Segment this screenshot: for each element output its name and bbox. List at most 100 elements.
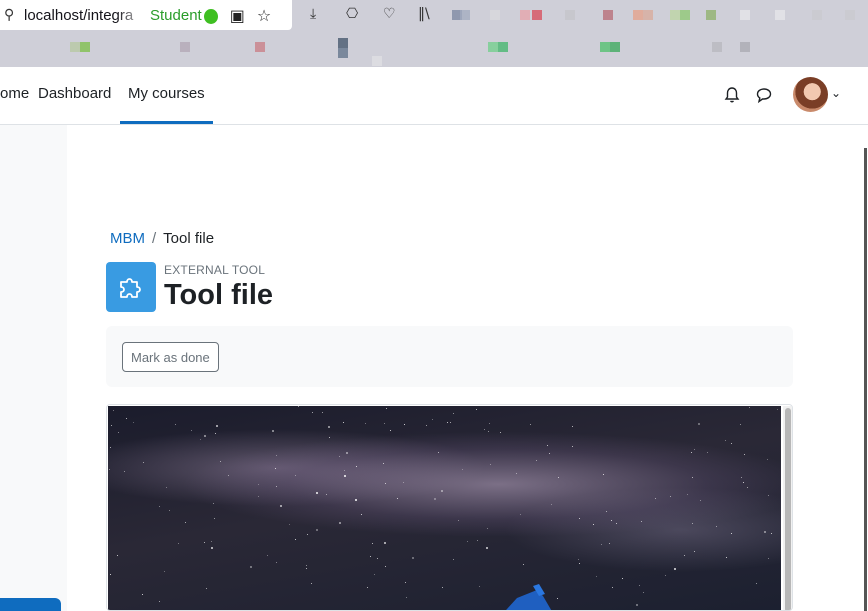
page-scrollbar[interactable] <box>864 148 867 611</box>
activity-icon <box>106 262 156 312</box>
download-icon[interactable]: ⤓ <box>310 6 316 22</box>
profile-tag: Student <box>150 6 202 24</box>
star <box>280 505 283 508</box>
star <box>383 462 385 464</box>
star <box>405 597 407 599</box>
star <box>311 411 313 413</box>
star <box>692 523 694 525</box>
star <box>113 409 115 411</box>
star <box>385 482 387 484</box>
star <box>483 429 485 431</box>
star <box>275 468 277 470</box>
star <box>356 465 358 467</box>
star <box>385 566 387 568</box>
iframe-scroll-thumb[interactable] <box>785 408 791 610</box>
star <box>643 592 645 594</box>
breadcrumb: MBM / Tool file <box>110 230 214 247</box>
nav-my-courses[interactable]: My courses <box>120 67 213 124</box>
star <box>373 574 375 576</box>
course-index-drawer <box>0 125 67 611</box>
star <box>548 452 550 454</box>
star <box>126 418 128 420</box>
breadcrumb-course-link[interactable]: MBM <box>110 230 145 247</box>
star <box>550 504 552 506</box>
star <box>748 407 750 409</box>
star <box>220 461 222 463</box>
pocket-icon[interactable]: ♡ <box>383 6 396 22</box>
star <box>206 587 208 589</box>
star <box>519 514 521 516</box>
star <box>199 438 201 440</box>
star <box>440 489 443 492</box>
extensions-icon[interactable]: ⎔ <box>346 6 358 22</box>
page-title: Tool file <box>164 279 274 311</box>
avatar[interactable] <box>793 77 828 112</box>
nav-home[interactable]: ome <box>0 67 29 124</box>
star <box>109 469 111 471</box>
star <box>485 547 488 550</box>
site-info-icon[interactable]: ⚲ <box>4 7 24 23</box>
star <box>141 593 143 595</box>
star <box>489 464 491 466</box>
star <box>204 435 207 438</box>
chat-icon[interactable] <box>755 86 773 104</box>
star <box>755 583 757 585</box>
star <box>605 511 607 513</box>
star <box>212 502 214 504</box>
library-icon[interactable]: ‖\ <box>418 6 430 22</box>
bookmark-star-icon[interactable]: ☆ <box>257 6 271 25</box>
star <box>276 562 278 564</box>
star <box>159 505 161 507</box>
star <box>325 493 327 495</box>
star <box>385 407 387 409</box>
star <box>500 432 502 434</box>
star <box>371 543 373 545</box>
activity-completion: Mark as done <box>106 326 793 387</box>
star <box>384 423 386 425</box>
star <box>621 577 623 579</box>
external-tool-iframe[interactable] <box>106 404 793 611</box>
primary-navigation: ome Dashboard My courses <box>0 67 868 125</box>
star <box>692 476 694 478</box>
star <box>457 519 459 521</box>
star <box>384 542 387 545</box>
milky-way-image <box>108 406 781 610</box>
star <box>763 530 766 533</box>
star <box>731 533 733 535</box>
star <box>174 423 176 425</box>
star <box>690 451 692 453</box>
star <box>768 495 770 497</box>
iframe-scrollbar[interactable] <box>783 406 792 610</box>
star <box>611 587 613 589</box>
star <box>338 455 340 457</box>
star <box>204 542 206 544</box>
star <box>124 470 126 472</box>
star <box>403 423 405 425</box>
star <box>190 429 192 431</box>
star <box>266 554 268 556</box>
star <box>306 534 308 536</box>
url-text[interactable]: localhost/integra <box>24 7 148 24</box>
url-bar[interactable]: ⚲ localhost/integra Student ▣ ☆ <box>0 0 292 30</box>
browser-toolbar: ⚲ localhost/integra Student ▣ ☆ ⤓ ⎔ ♡ ‖\ <box>0 0 868 67</box>
telescope-silhouette <box>506 584 552 610</box>
star <box>377 557 379 559</box>
star <box>655 498 657 500</box>
star <box>442 587 444 589</box>
star <box>403 481 405 483</box>
star <box>487 430 489 432</box>
mark-as-done-button[interactable]: Mark as done <box>122 342 219 372</box>
star <box>405 582 407 584</box>
star <box>437 451 439 453</box>
qr-icon[interactable]: ▣ <box>230 6 245 25</box>
star <box>355 499 358 502</box>
star <box>227 474 229 476</box>
nav-dashboard[interactable]: Dashboard <box>38 67 111 124</box>
star <box>311 582 313 584</box>
star <box>425 424 427 426</box>
star <box>213 518 215 520</box>
bell-icon[interactable] <box>723 86 741 104</box>
drawer-active-item[interactable] <box>0 598 61 611</box>
chevron-down-icon[interactable]: ⌄ <box>831 86 841 100</box>
star <box>449 421 451 423</box>
